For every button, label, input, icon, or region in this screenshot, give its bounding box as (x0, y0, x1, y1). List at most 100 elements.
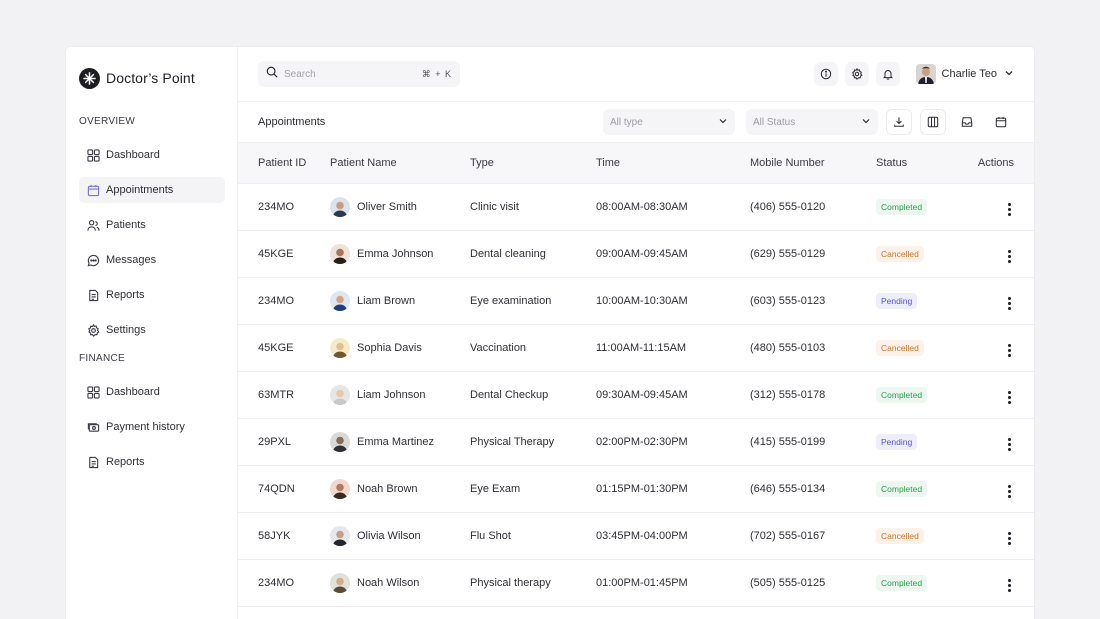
table-body: 234MO Oliver Smith Clinic visit 08:00AM-08:… (238, 184, 1034, 607)
brand-name: Doctor’s Point (106, 70, 195, 86)
search-icon (266, 65, 278, 83)
column-header-patient-id[interactable]: Patient ID (238, 142, 330, 184)
more-options-icon[interactable] (1004, 202, 1014, 217)
cell-actions (964, 419, 1034, 466)
table-row[interactable]: 58JYK Olivia Wilson Flu Shot 03:45PM-04:00P… (238, 513, 1034, 560)
column-header-patient-name[interactable]: Patient Name (330, 142, 470, 184)
more-options-icon[interactable] (1004, 296, 1014, 311)
sidebar-item-finance-reports[interactable]: Reports (79, 449, 225, 475)
table-row[interactable]: 29PXL Emma Martinez Physical Therapy 02:00P… (238, 419, 1034, 466)
type-filter-select[interactable]: All type (603, 109, 735, 135)
sidebar: Doctor’s Point OVERVIEW Dashboard Appoin… (66, 47, 238, 619)
patient-name-wrap: Noah Brown (330, 479, 470, 499)
table-row[interactable]: 234MO Noah Wilson Physical therapy 01:00PM-… (238, 560, 1034, 607)
sidebar-item-messages[interactable]: Messages (79, 247, 225, 273)
cell-status: Cancelled (876, 513, 964, 560)
cell-patient-id: 58JYK (258, 530, 291, 542)
calendar-button[interactable] (988, 109, 1014, 135)
calendar-icon (995, 116, 1007, 128)
search-shortcut: ⌘ + K (421, 68, 452, 79)
avatar (330, 385, 350, 405)
cell-mobile: (603) 555-0123 (750, 295, 826, 307)
toolbar-actions: All type All Status (592, 109, 1014, 135)
cell-type: Physical Therapy (470, 436, 555, 448)
table-row[interactable]: 74QDN Noah Brown Eye Exam 01:15PM-01:30PM (6… (238, 466, 1034, 513)
gear-icon (86, 323, 100, 337)
cell-mobile: (702) 555-0167 (750, 530, 826, 542)
download-button[interactable] (886, 109, 912, 135)
cell-type: Clinic visit (470, 201, 519, 213)
patient-name: Noah Brown (357, 483, 418, 495)
table-row[interactable]: 45KGE Emma Johnson Dental cleaning 09:00AM-… (238, 231, 1034, 278)
cell-mobile: (629) 555-0129 (750, 248, 826, 260)
more-options-icon[interactable] (1004, 578, 1014, 593)
sidebar-item-reports[interactable]: Reports (79, 282, 225, 308)
cell-patient-id: 234MO (258, 295, 295, 307)
avatar (330, 197, 350, 217)
chevron-down-icon (718, 116, 728, 129)
brand[interactable]: Doctor’s Point (79, 67, 225, 89)
topbar: ⌘ + K Charlie Teo (238, 47, 1034, 102)
more-options-icon[interactable] (1004, 437, 1014, 452)
status-filter-select[interactable]: All Status (746, 109, 878, 135)
cell-status: Pending (876, 419, 964, 466)
sidebar-item-label: Dashboard (106, 149, 160, 161)
cell-type: Dental Checkup (470, 389, 549, 401)
main-content: ⌘ + K Charlie Teo (238, 47, 1034, 619)
status-badge: Completed (876, 387, 928, 403)
sidebar-item-finance-dashboard[interactable]: Dashboard (79, 379, 225, 405)
patient-name: Liam Johnson (357, 389, 426, 401)
more-options-icon[interactable] (1004, 484, 1014, 499)
cell-mobile: (480) 555-0103 (750, 342, 826, 354)
info-icon (820, 68, 831, 80)
chevron-down-icon (1004, 65, 1014, 83)
more-options-icon[interactable] (1004, 531, 1014, 546)
more-options-icon[interactable] (1004, 390, 1014, 405)
table-row[interactable]: 45KGE Sophia Davis Vaccination 11:00AM-11:1… (238, 325, 1034, 372)
cell-patient-id: 63MTR (258, 389, 295, 401)
cell-status: Cancelled (876, 231, 964, 278)
section-label-overview: OVERVIEW (79, 116, 136, 127)
sidebar-item-dashboard[interactable]: Dashboard (79, 142, 225, 168)
notifications-button[interactable] (875, 62, 900, 86)
table-row[interactable]: 63MTR Liam Johnson Dental Checkup 09:30AM-0… (238, 372, 1034, 419)
cell-type: Eye Exam (470, 483, 521, 495)
column-header-type[interactable]: Type (470, 142, 596, 184)
cell-time: 11:00AM-11:15AM (596, 342, 687, 354)
status-badge: Pending (876, 434, 918, 450)
cell-time: 10:00AM-10:30AM (596, 295, 688, 307)
info-button[interactable] (813, 62, 838, 86)
columns-icon (927, 116, 939, 128)
cell-time: 08:00AM-08:30AM (596, 201, 688, 213)
avatar (330, 526, 350, 546)
cell-mobile: (312) 555-0178 (750, 389, 826, 401)
chat-icon (86, 253, 100, 267)
status-badge: Completed (876, 199, 928, 215)
sidebar-item-appointments[interactable]: Appointments (79, 177, 225, 203)
column-header-time[interactable]: Time (596, 142, 750, 184)
cell-time: 03:45PM-04:00PM (596, 530, 688, 542)
inbox-button[interactable] (954, 109, 980, 135)
columns-button[interactable] (920, 109, 946, 135)
table-row[interactable]: 234MO Oliver Smith Clinic visit 08:00AM-08:… (238, 184, 1034, 231)
type-filter-value: All type (610, 116, 643, 128)
sidebar-item-settings[interactable]: Settings (79, 317, 225, 343)
search-box[interactable]: ⌘ + K (258, 61, 460, 87)
more-options-icon[interactable] (1004, 249, 1014, 264)
column-header-status[interactable]: Status (876, 142, 964, 184)
settings-button[interactable] (844, 62, 869, 86)
search-input[interactable] (284, 68, 422, 80)
sidebar-item-payment-history[interactable]: Payment history (79, 414, 225, 440)
download-icon (894, 117, 904, 127)
column-header-mobile[interactable]: Mobile Number (750, 142, 876, 184)
sidebar-item-patients[interactable]: Patients (79, 212, 225, 238)
cell-status: Completed (876, 372, 964, 419)
user-menu[interactable]: Charlie Teo (915, 64, 1014, 84)
cell-type: Physical therapy (470, 577, 551, 589)
table-row[interactable]: 234MO Liam Brown Eye examination 10:00AM-10… (238, 278, 1034, 325)
inbox-icon (961, 117, 973, 127)
cell-patient-id: 45KGE (258, 342, 294, 354)
patient-name-wrap: Liam Brown (330, 291, 470, 311)
more-options-icon[interactable] (1004, 343, 1014, 358)
sidebar-item-label: Settings (106, 324, 146, 336)
